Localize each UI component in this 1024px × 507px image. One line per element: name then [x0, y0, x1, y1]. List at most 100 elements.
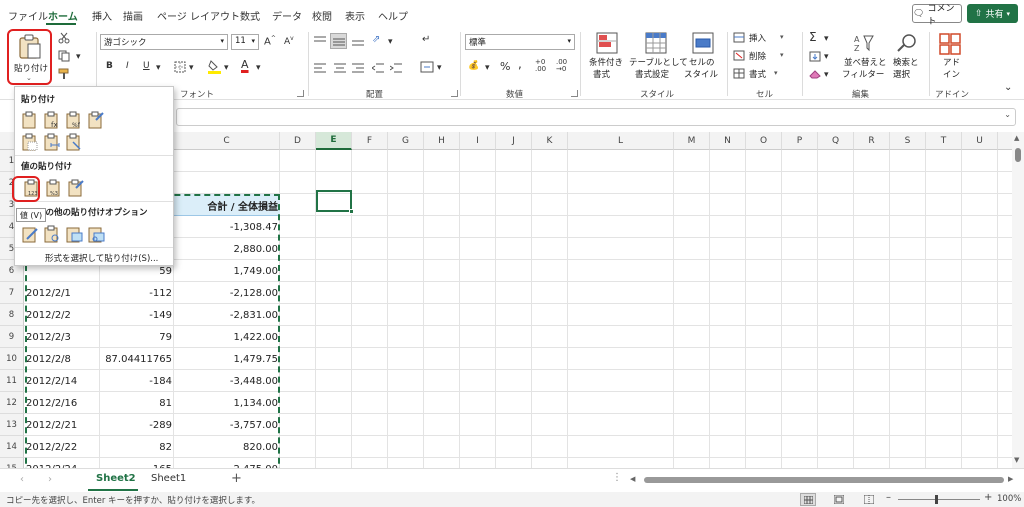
number-dialog-launcher[interactable]: [571, 90, 578, 97]
collapse-ribbon-icon[interactable]: ⌄: [1004, 82, 1012, 93]
row-header[interactable]: 10: [0, 348, 24, 370]
fill-icon[interactable]: [809, 51, 821, 62]
increase-decimal-button[interactable]: +0.00: [535, 59, 546, 73]
horizontal-scroll-thumb[interactable]: [644, 477, 1004, 483]
delete-cells-button[interactable]: 削除 ▾: [733, 49, 793, 63]
add-sheet-button[interactable]: +: [231, 471, 242, 486]
sheet-tab-sheet2[interactable]: Sheet2: [88, 469, 138, 491]
decrease-font-size-button[interactable]: Av: [284, 35, 294, 47]
column-header-s[interactable]: S: [890, 132, 926, 150]
tab-home[interactable]: ホーム: [48, 8, 78, 23]
clear-icon[interactable]: [809, 69, 821, 79]
underline-button[interactable]: U: [143, 61, 150, 71]
column-header-c[interactable]: C: [174, 132, 280, 150]
underline-dropdown-icon[interactable]: ▾: [156, 63, 161, 73]
paste-special-item[interactable]: 形式を選択して貼り付け(S)...: [45, 252, 158, 264]
cut-icon[interactable]: [58, 32, 70, 44]
next-sheet-icon[interactable]: ›: [48, 474, 52, 485]
tab-insert[interactable]: 挿入: [92, 8, 112, 23]
tab-view[interactable]: 表示: [345, 8, 365, 23]
number-format-select[interactable]: 標準 ▾: [465, 34, 575, 50]
wrap-text-button[interactable]: ↵: [422, 34, 430, 45]
paste-keep-source-format-icon[interactable]: [87, 111, 105, 129]
increase-font-size-button[interactable]: A^: [264, 35, 276, 47]
format-as-table-button[interactable]: テーブルとして 書式設定: [629, 30, 688, 86]
zoom-in-button[interactable]: +: [984, 492, 992, 503]
copy-dropdown-icon[interactable]: ▾: [76, 52, 81, 62]
row-header[interactable]: 12: [0, 392, 24, 414]
decrease-decimal-button[interactable]: .00 →0: [556, 59, 567, 73]
paste-no-borders-icon[interactable]: [21, 133, 39, 151]
paste-keep-column-widths-icon[interactable]: [43, 133, 61, 151]
paste-option-icon[interactable]: [21, 111, 39, 129]
align-center-icon[interactable]: [334, 63, 346, 73]
fill-color-icon[interactable]: [208, 59, 221, 74]
paste-formulas-icon[interactable]: fx: [43, 111, 61, 129]
align-bottom-icon[interactable]: [352, 36, 364, 46]
paste-link-icon[interactable]: [43, 225, 61, 243]
column-header-j[interactable]: J: [496, 132, 532, 150]
tab-page-layout[interactable]: ページ レイアウト: [157, 8, 240, 23]
format-cells-button[interactable]: 書式 ▾: [733, 67, 793, 81]
tab-help[interactable]: ヘルプ: [378, 8, 408, 23]
add-ins-button[interactable]: アド イン: [934, 30, 966, 86]
column-header-u[interactable]: U: [962, 132, 998, 150]
column-header-h[interactable]: H: [424, 132, 460, 150]
row-header[interactable]: 13: [0, 414, 24, 436]
accounting-dropdown-icon[interactable]: ▾: [485, 63, 490, 73]
paste-values-number-format-icon[interactable]: %3: [45, 179, 63, 197]
sort-filter-button[interactable]: AZ 並べ替えと フィルター: [842, 30, 888, 86]
scroll-up-icon[interactable]: ▲: [1014, 134, 1019, 142]
font-name-select[interactable]: 游ゴシック ▾: [100, 34, 228, 50]
find-select-button[interactable]: 検索と 選択: [890, 30, 926, 86]
vertical-scrollbar[interactable]: ▲ ▼: [1012, 132, 1024, 468]
bold-button[interactable]: B: [106, 61, 113, 71]
scroll-left-icon[interactable]: ◀: [630, 475, 635, 483]
align-left-icon[interactable]: [314, 63, 326, 73]
cell-c[interactable]: [174, 150, 280, 172]
conditional-formatting-button[interactable]: 条件付き 書式: [586, 30, 630, 86]
zoom-slider-track[interactable]: [898, 499, 980, 500]
tab-file[interactable]: ファイル: [8, 8, 48, 23]
tab-draw[interactable]: 描画: [123, 8, 143, 23]
row-header[interactable]: 14: [0, 436, 24, 458]
page-break-view-icon[interactable]: [864, 495, 874, 504]
normal-view-button[interactable]: [800, 493, 816, 506]
share-button[interactable]: ⇧ 共有 ▾: [967, 4, 1018, 23]
alignment-dialog-launcher[interactable]: [451, 90, 458, 97]
prev-sheet-icon[interactable]: ‹: [20, 474, 24, 485]
fill-dropdown-icon[interactable]: ▾: [824, 52, 829, 62]
align-top-icon[interactable]: [314, 36, 326, 46]
accounting-format-button[interactable]: 💰: [468, 61, 479, 71]
format-painter-icon[interactable]: [58, 68, 70, 80]
paste-formulas-number-format-icon[interactable]: %f: [65, 111, 83, 129]
formula-input[interactable]: ⌄: [176, 108, 1016, 126]
expand-formula-bar-icon[interactable]: ⌄: [1004, 110, 1011, 119]
column-header-i[interactable]: I: [460, 132, 496, 150]
zoom-slider-thumb[interactable]: [935, 495, 938, 504]
column-header-v[interactable]: V: [998, 132, 1012, 150]
copy-icon[interactable]: [58, 50, 70, 62]
row-header[interactable]: 7: [0, 282, 24, 304]
fill-handle[interactable]: [349, 209, 354, 214]
insert-cells-button[interactable]: 挿入 ▾: [733, 31, 793, 45]
paste-button[interactable]: 貼り付け ⌄: [7, 29, 52, 85]
column-header-g[interactable]: G: [388, 132, 424, 150]
font-dialog-launcher[interactable]: [297, 90, 304, 97]
row-header[interactable]: 8: [0, 304, 24, 326]
orientation-button[interactable]: ⇗: [372, 34, 380, 45]
decrease-indent-icon[interactable]: [372, 63, 384, 73]
zoom-out-button[interactable]: –: [886, 492, 891, 503]
align-right-icon[interactable]: [352, 63, 364, 73]
font-size-select[interactable]: 11 ▾: [231, 34, 259, 50]
increase-indent-icon[interactable]: [390, 63, 402, 73]
scroll-down-icon[interactable]: ▼: [1014, 456, 1019, 464]
column-header-d[interactable]: D: [280, 132, 316, 150]
column-header-k[interactable]: K: [532, 132, 568, 150]
column-header-l[interactable]: L: [568, 132, 674, 150]
row-header[interactable]: 15: [0, 458, 24, 468]
paste-formatting-icon[interactable]: [21, 225, 39, 243]
borders-icon[interactable]: [174, 61, 186, 73]
orientation-dropdown-icon[interactable]: ▾: [388, 37, 393, 47]
autosum-dropdown-icon[interactable]: ▾: [824, 34, 829, 44]
